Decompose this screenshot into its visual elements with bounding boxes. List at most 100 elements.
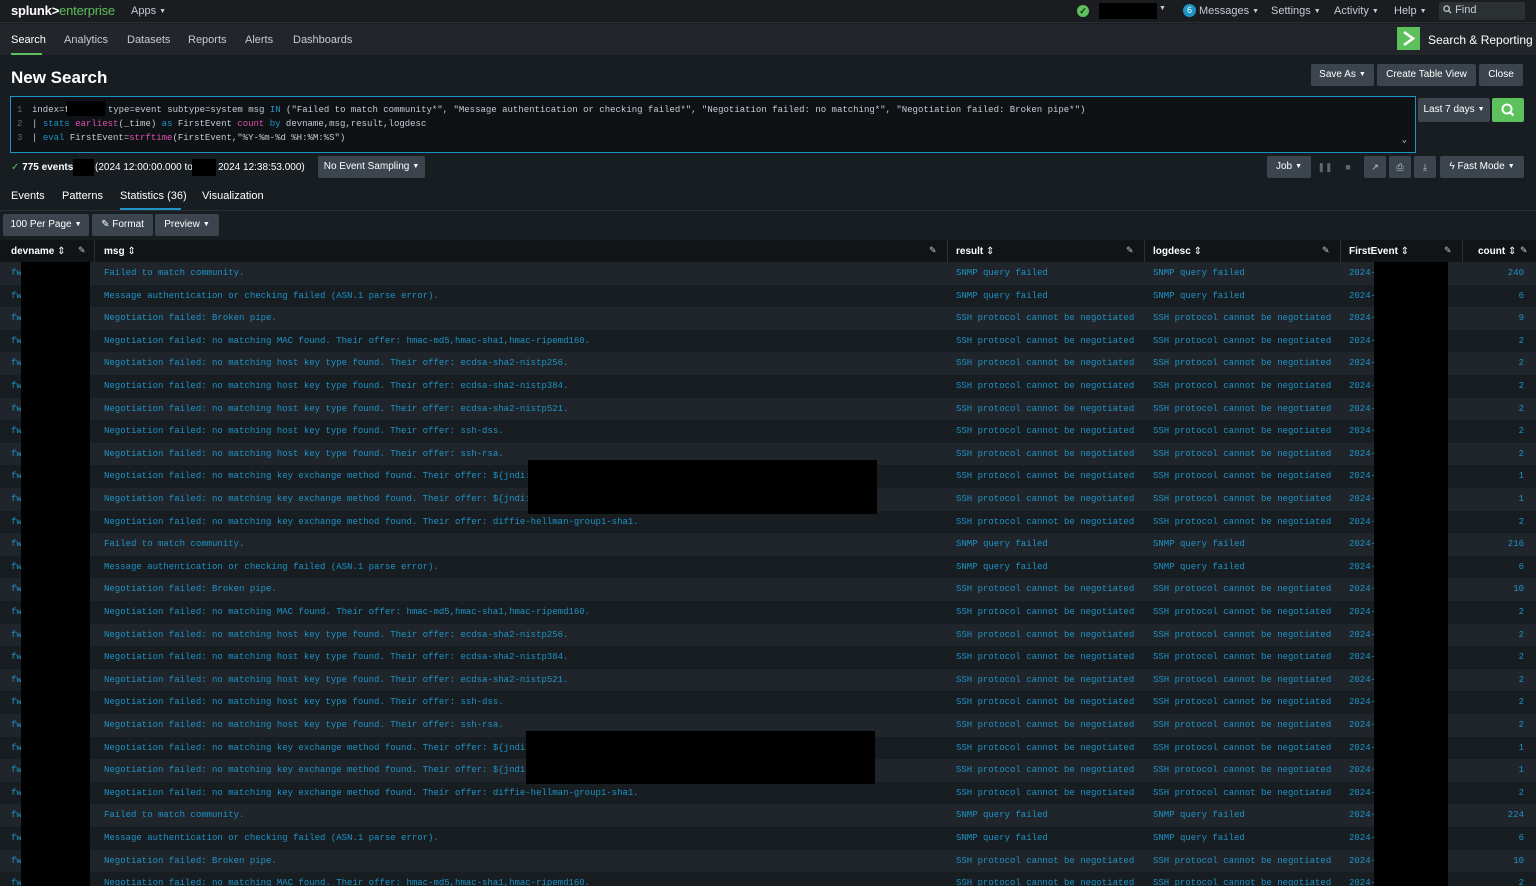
result-cell[interactable]: SSH protocol cannot be negotiated: [956, 313, 1136, 323]
msg-cell[interactable]: Negotiation failed: no matching host key…: [104, 426, 934, 436]
count-cell[interactable]: 1: [1519, 765, 1524, 775]
logdesc-cell[interactable]: SSH protocol cannot be negotiated: [1153, 675, 1333, 685]
logdesc-cell[interactable]: SSH protocol cannot be negotiated: [1153, 765, 1333, 775]
result-cell[interactable]: SSH protocol cannot be negotiated: [956, 381, 1136, 391]
result-cell[interactable]: SNMP query failed: [956, 562, 1136, 572]
result-cell[interactable]: SSH protocol cannot be negotiated: [956, 720, 1136, 730]
count-cell[interactable]: 6: [1519, 291, 1524, 301]
result-cell[interactable]: SSH protocol cannot be negotiated: [956, 788, 1136, 798]
msg-cell[interactable]: Failed to match community.: [104, 268, 934, 278]
tab-patterns[interactable]: Patterns: [62, 190, 103, 202]
count-cell[interactable]: 224: [1508, 810, 1524, 820]
activity-menu[interactable]: Activity ▼: [1334, 5, 1379, 17]
count-cell[interactable]: 2: [1519, 607, 1524, 617]
user-menu-redacted[interactable]: [1099, 3, 1157, 19]
health-ok-icon[interactable]: ✓: [1077, 5, 1089, 17]
settings-menu[interactable]: Settings ▼: [1271, 5, 1321, 17]
count-cell[interactable]: 1: [1519, 494, 1524, 504]
count-cell[interactable]: 2: [1519, 675, 1524, 685]
count-cell[interactable]: 10: [1513, 584, 1524, 594]
result-cell[interactable]: SSH protocol cannot be negotiated: [956, 765, 1136, 775]
help-menu[interactable]: Help ▼: [1394, 5, 1427, 17]
tab-reports[interactable]: Reports: [188, 34, 227, 46]
result-cell[interactable]: SSH protocol cannot be negotiated: [956, 471, 1136, 481]
logdesc-cell[interactable]: SSH protocol cannot be negotiated: [1153, 652, 1333, 662]
tab-events[interactable]: Events: [11, 190, 45, 202]
edit-column-icon[interactable]: ✎: [78, 245, 86, 256]
logdesc-cell[interactable]: SSH protocol cannot be negotiated: [1153, 404, 1333, 414]
export-icon[interactable]: ⤓: [1414, 156, 1436, 178]
column-header-devname[interactable]: devname ⇕: [11, 246, 66, 257]
count-cell[interactable]: 1: [1519, 743, 1524, 753]
logdesc-cell[interactable]: SSH protocol cannot be negotiated: [1153, 471, 1333, 481]
logdesc-cell[interactable]: SSH protocol cannot be negotiated: [1153, 449, 1333, 459]
expand-chevron-icon[interactable]: ⌄: [1402, 135, 1407, 145]
result-cell[interactable]: SSH protocol cannot be negotiated: [956, 878, 1136, 886]
count-cell[interactable]: 216: [1508, 539, 1524, 549]
count-cell[interactable]: 240: [1508, 268, 1524, 278]
msg-cell[interactable]: Negotiation failed: no matching host key…: [104, 675, 934, 685]
print-icon[interactable]: ⎙: [1389, 156, 1411, 178]
msg-cell[interactable]: Negotiation failed: Broken pipe.: [104, 856, 934, 866]
result-cell[interactable]: SSH protocol cannot be negotiated: [956, 449, 1136, 459]
result-cell[interactable]: SSH protocol cannot be negotiated: [956, 426, 1136, 436]
logdesc-cell[interactable]: SSH protocol cannot be negotiated: [1153, 584, 1333, 594]
count-cell[interactable]: 9: [1519, 313, 1524, 323]
result-cell[interactable]: SNMP query failed: [956, 539, 1136, 549]
edit-column-icon[interactable]: ✎: [1322, 245, 1330, 256]
count-cell[interactable]: 2: [1519, 336, 1524, 346]
splunk-logo[interactable]: splunk>enterprise: [11, 3, 115, 18]
edit-column-icon[interactable]: ✎: [1520, 245, 1528, 256]
search-query-editor[interactable]: 1 2 3 index=f type=event subtype=system m…: [10, 96, 1416, 153]
count-cell[interactable]: 1: [1519, 471, 1524, 481]
close-button[interactable]: Close: [1479, 64, 1523, 86]
msg-cell[interactable]: Negotiation failed: no matching host key…: [104, 720, 934, 730]
count-cell[interactable]: 2: [1519, 517, 1524, 527]
result-cell[interactable]: SSH protocol cannot be negotiated: [956, 358, 1136, 368]
event-sampling-dropdown[interactable]: No Event Sampling ▼: [318, 156, 425, 178]
tab-visualization[interactable]: Visualization: [202, 190, 264, 202]
count-cell[interactable]: 2: [1519, 652, 1524, 662]
msg-cell[interactable]: Negotiation failed: no matching key exch…: [104, 517, 934, 527]
count-cell[interactable]: 6: [1519, 833, 1524, 843]
tab-alerts[interactable]: Alerts: [245, 34, 273, 46]
logdesc-cell[interactable]: SSH protocol cannot be negotiated: [1153, 517, 1333, 527]
result-cell[interactable]: SSH protocol cannot be negotiated: [956, 607, 1136, 617]
logdesc-cell[interactable]: SSH protocol cannot be negotiated: [1153, 313, 1333, 323]
logdesc-cell[interactable]: SSH protocol cannot be negotiated: [1153, 720, 1333, 730]
messages-menu[interactable]: Messages ▼: [1199, 5, 1259, 17]
count-cell[interactable]: 2: [1519, 426, 1524, 436]
msg-cell[interactable]: Negotiation failed: no matching key exch…: [104, 788, 934, 798]
logdesc-cell[interactable]: SNMP query failed: [1153, 810, 1333, 820]
logdesc-cell[interactable]: SSH protocol cannot be negotiated: [1153, 426, 1333, 436]
msg-cell[interactable]: Negotiation failed: no matching host key…: [104, 449, 934, 459]
logdesc-cell[interactable]: SSH protocol cannot be negotiated: [1153, 607, 1333, 617]
msg-cell[interactable]: Negotiation failed: Broken pipe.: [104, 313, 934, 323]
result-cell[interactable]: SSH protocol cannot be negotiated: [956, 584, 1136, 594]
column-header-count[interactable]: count ⇕: [1478, 246, 1516, 257]
stop-icon[interactable]: ■: [1339, 156, 1357, 178]
msg-cell[interactable]: Message authentication or checking faile…: [104, 833, 934, 843]
msg-cell[interactable]: Failed to match community.: [104, 539, 934, 549]
result-cell[interactable]: SSH protocol cannot be negotiated: [956, 856, 1136, 866]
logdesc-cell[interactable]: SSH protocol cannot be negotiated: [1153, 697, 1333, 707]
time-range-picker[interactable]: Last 7 days ▼: [1418, 98, 1490, 122]
count-cell[interactable]: 2: [1519, 449, 1524, 459]
msg-cell[interactable]: Negotiation failed: no matching host key…: [104, 697, 934, 707]
msg-cell[interactable]: Negotiation failed: no matching MAC foun…: [104, 878, 934, 886]
pause-icon[interactable]: ❚❚: [1316, 156, 1334, 178]
job-menu[interactable]: Job ▼: [1267, 156, 1311, 178]
logdesc-cell[interactable]: SSH protocol cannot be negotiated: [1153, 878, 1333, 886]
msg-cell[interactable]: Message authentication or checking faile…: [104, 562, 934, 572]
logdesc-cell[interactable]: SSH protocol cannot be negotiated: [1153, 856, 1333, 866]
find-input[interactable]: Find: [1439, 2, 1525, 20]
count-cell[interactable]: 2: [1519, 720, 1524, 730]
column-header-result[interactable]: result ⇕: [956, 246, 994, 257]
edit-column-icon[interactable]: ✎: [1444, 245, 1452, 256]
column-header-firstevent[interactable]: FirstEvent ⇕: [1349, 246, 1409, 257]
edit-column-icon[interactable]: ✎: [929, 245, 937, 256]
logdesc-cell[interactable]: SSH protocol cannot be negotiated: [1153, 381, 1333, 391]
preview-dropdown[interactable]: Preview ▼: [155, 214, 219, 236]
tab-analytics[interactable]: Analytics: [64, 34, 108, 46]
share-icon[interactable]: ↗: [1364, 156, 1386, 178]
